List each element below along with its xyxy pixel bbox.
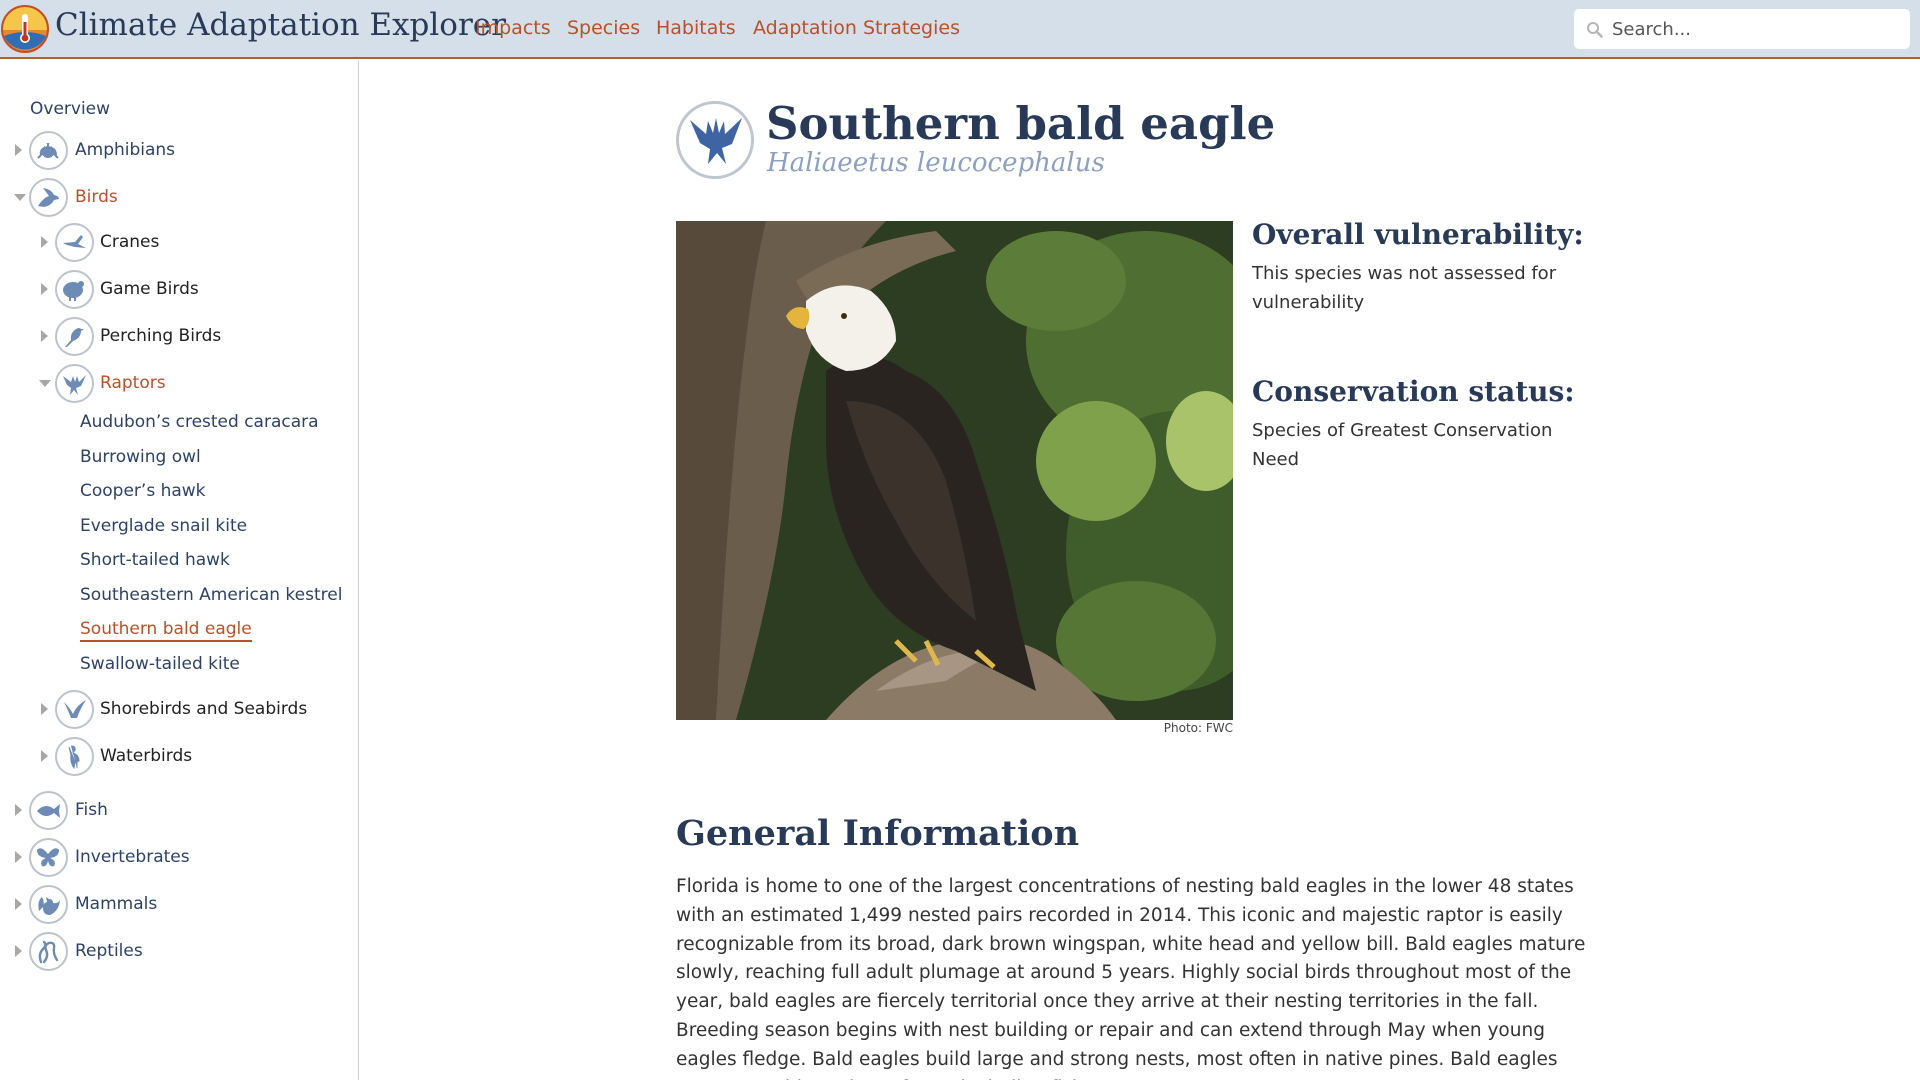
sidebar-item-cranes[interactable]: Cranes [30,223,320,263]
sidebar-item-raptors[interactable]: Raptors [30,364,320,404]
sidebar-species-southern-bald-eagle[interactable]: Southern bald eagle [80,619,252,642]
species-common-name: Southern bald eagle [766,97,1276,150]
conservation-heading: Conservation status: [1252,375,1575,408]
sidebar-item-label: Invertebrates [75,847,190,867]
search-icon [1587,22,1603,38]
general-information-text: Florida is home to one of the largest co… [676,876,1586,1080]
nav-link-adaptation-strategies[interactable]: Adaptation Strategies [753,17,960,39]
search-box [1574,9,1910,49]
sidebar-item-perching-birds[interactable]: Perching Birds [30,317,320,357]
expand-arrow-icon[interactable] [41,750,48,762]
nav-link-habitats[interactable]: Habitats [656,17,736,39]
sidebar-item-fish[interactable]: Fish [0,791,300,831]
vulnerability-text: This species was not assessed for vulner… [1252,263,1557,313]
songbird-icon [55,317,94,356]
expand-arrow-icon[interactable] [15,898,22,910]
sidebar-species-audubons-crested-caracara[interactable]: Audubon’s crested caracara [80,412,319,432]
sidebar-item-label: Game Birds [100,279,199,299]
search-input[interactable] [1612,9,1902,49]
vulnerability-heading: Overall vulnerability: [1252,218,1584,251]
sidebar-item-label: Cranes [100,232,160,252]
squirrel-icon [29,885,68,924]
sidebar-species-southeastern-american-kestrel[interactable]: Southeastern American kestrel [80,585,342,605]
eagle-icon [676,101,754,179]
sidebar-species-coopers-hawk[interactable]: Cooper’s hawk [80,481,206,501]
collapse-arrow-icon[interactable] [39,380,51,387]
sidebar-item-amphibians[interactable]: Amphibians [0,131,300,171]
collapse-arrow-icon[interactable] [14,194,26,201]
expand-arrow-icon[interactable] [41,703,48,715]
bird-icon [29,178,68,217]
sidebar-item-label: Birds [75,187,118,207]
turkey-icon [55,270,94,309]
sidebar-item-shorebirds-and-seabirds[interactable]: Shorebirds and Seabirds [30,690,330,730]
sidebar-item-label: Waterbirds [100,746,193,766]
crane-icon [55,223,94,262]
species-scientific-name: Haliaeetus leucocephalus [767,148,1105,178]
sidebar-species-short-tailed-hawk[interactable]: Short-tailed hawk [80,550,230,570]
expand-arrow-icon[interactable] [15,804,22,816]
expand-arrow-icon[interactable] [41,283,48,295]
fish-icon [29,791,68,830]
sidebar-species-burrowing-owl[interactable]: Burrowing owl [80,447,201,467]
sidebar-item-label: Amphibians [75,140,176,160]
nav-link-impacts[interactable]: Impacts [475,17,551,39]
sidebar-item-overview[interactable]: Overview [30,99,110,119]
expand-arrow-icon[interactable] [41,330,48,342]
conservation-text: Species of Greatest Conservation Need [1252,420,1553,470]
top-navigation-bar: Climate Adaptation Explorer Impacts Spec… [0,0,1920,59]
expand-arrow-icon[interactable] [41,236,48,248]
expand-arrow-icon[interactable] [15,851,22,863]
app-title[interactable]: Climate Adaptation Explorer [55,7,506,43]
frog-icon [29,131,68,170]
sidebar-item-label: Mammals [75,894,158,914]
heron-icon [55,737,94,776]
sidebar-item-label: Raptors [100,373,166,393]
nav-link-species[interactable]: Species [567,17,640,39]
sidebar-item-label: Shorebirds and Seabirds [100,699,308,719]
sidebar: Overview Amphibians Birds Cranes Game Bi… [0,61,359,1080]
sidebar-item-waterbirds[interactable]: Waterbirds [30,737,320,777]
expand-arrow-icon[interactable] [15,144,22,156]
sidebar-species-swallow-tailed-kite[interactable]: Swallow-tailed kite [80,654,240,674]
app-logo-icon[interactable] [0,4,50,54]
sidebar-item-game-birds[interactable]: Game Birds [30,270,320,310]
expand-arrow-icon[interactable] [15,945,22,957]
sidebar-item-label: Reptiles [75,941,143,961]
species-photo [676,221,1233,720]
seabird-icon [55,690,94,729]
sidebar-item-invertebrates[interactable]: Invertebrates [0,838,300,878]
sidebar-item-birds[interactable]: Birds [0,178,300,218]
sidebar-item-label: Perching Birds [100,326,222,346]
sidebar-item-mammals[interactable]: Mammals [0,885,300,925]
general-information-heading: General Information [676,813,1080,854]
eagle-icon [55,364,94,403]
sidebar-item-label: Fish [75,800,108,820]
butterfly-icon [29,838,68,877]
snake-icon [29,932,68,971]
sidebar-item-reptiles[interactable]: Reptiles [0,932,300,972]
sidebar-species-everglade-snail-kite[interactable]: Everglade snail kite [80,516,247,536]
photo-credit: Photo: FWC [1163,721,1233,735]
